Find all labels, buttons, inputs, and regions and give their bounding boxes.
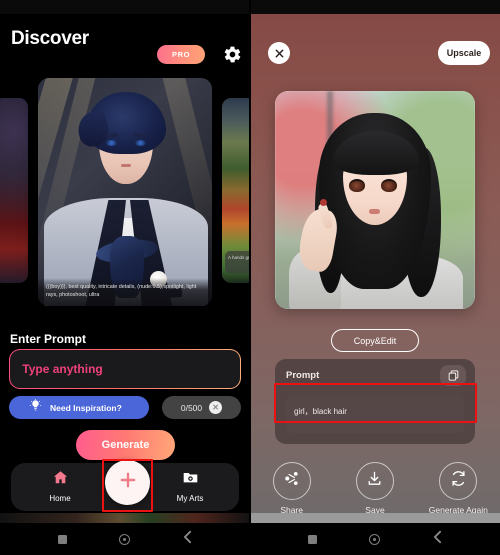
system-nav-group-right: [308, 523, 443, 555]
result-bottom-edge: [250, 513, 500, 523]
carousel-card-previous[interactable]: [0, 98, 28, 283]
panel-divider: [249, 0, 251, 523]
discover-carousel[interactable]: (((boy))), best quality, intricate detai…: [0, 68, 250, 308]
carousel-card-previous-image: [0, 98, 28, 283]
system-nav-group-left: [58, 523, 193, 555]
download-icon: [366, 470, 383, 492]
enter-prompt-label: Enter Prompt: [10, 332, 87, 346]
result-screen-body: Upscale Copy&Edit Prompt girl，black hair…: [250, 14, 500, 523]
carousel-card-caption: (((boy))), best quality, intricate detai…: [38, 278, 212, 306]
annotation-highlight-prompt: [274, 383, 477, 423]
close-icon[interactable]: ✕: [209, 401, 223, 414]
back-chevron-icon[interactable]: [432, 530, 443, 549]
prompt-card-title: Prompt: [286, 370, 320, 381]
result-screen-panel: Upscale Copy&Edit Prompt girl，black hair…: [250, 0, 500, 555]
character-counter-text: 0/500: [180, 402, 203, 413]
share-icon: [283, 470, 300, 492]
upscale-button[interactable]: Upscale: [438, 41, 490, 65]
page-title: Discover: [11, 28, 89, 49]
sidebar-item-my-arts[interactable]: My Arts: [163, 469, 217, 503]
recents-square-icon[interactable]: [58, 534, 67, 544]
close-icon[interactable]: [268, 42, 290, 64]
home-circle-icon[interactable]: [369, 533, 380, 545]
sidebar-item-home[interactable]: Home: [33, 469, 87, 503]
carousel-card-active[interactable]: (((boy))), best quality, intricate detai…: [38, 78, 212, 306]
photo-folder-icon: [182, 469, 199, 491]
home-circle-icon[interactable]: [119, 533, 130, 545]
gear-icon[interactable]: [222, 44, 243, 65]
status-bar-right: [250, 0, 500, 14]
discover-screen-panel: Discover PRO (((boy))), best quality, in…: [0, 0, 250, 555]
app-screenshot: Discover PRO (((boy))), best quality, in…: [0, 0, 500, 555]
refresh-icon: [450, 470, 467, 492]
pro-badge[interactable]: PRO: [157, 45, 205, 64]
system-navigation-bar: [0, 523, 500, 555]
need-inspiration-label: Need Inspiration?: [50, 402, 122, 413]
carousel-card-next[interactable]: A hands grouns: [222, 98, 250, 283]
copy-and-edit-button[interactable]: Copy&Edit: [331, 329, 419, 352]
back-chevron-icon[interactable]: [182, 530, 193, 549]
carousel-card-next-caption: A hands grouns: [225, 251, 250, 273]
save-button[interactable]: Save: [342, 462, 408, 515]
prompt-input[interactable]: Type anything: [9, 349, 241, 389]
need-inspiration-button[interactable]: Need Inspiration?: [9, 396, 149, 419]
prompt-input-placeholder: Type anything: [22, 362, 103, 376]
annotation-highlight-fab: [102, 459, 153, 512]
generated-image[interactable]: [275, 91, 475, 309]
background-content-strip: [0, 513, 250, 523]
recents-square-icon[interactable]: [308, 534, 317, 544]
sidebar-item-home-label: Home: [49, 494, 71, 503]
home-icon: [52, 469, 69, 491]
sidebar-item-my-arts-label: My Arts: [176, 494, 204, 503]
discover-header: Discover PRO: [0, 14, 250, 64]
lightbulb-icon: [29, 398, 42, 417]
share-button[interactable]: Share: [259, 462, 325, 515]
status-bar-left: [0, 0, 250, 14]
generate-button[interactable]: Generate: [76, 430, 175, 460]
carousel-card-active-image: [38, 78, 212, 306]
generate-again-button[interactable]: Generate Again: [425, 462, 491, 515]
character-counter: 0/500 ✕: [162, 396, 241, 419]
